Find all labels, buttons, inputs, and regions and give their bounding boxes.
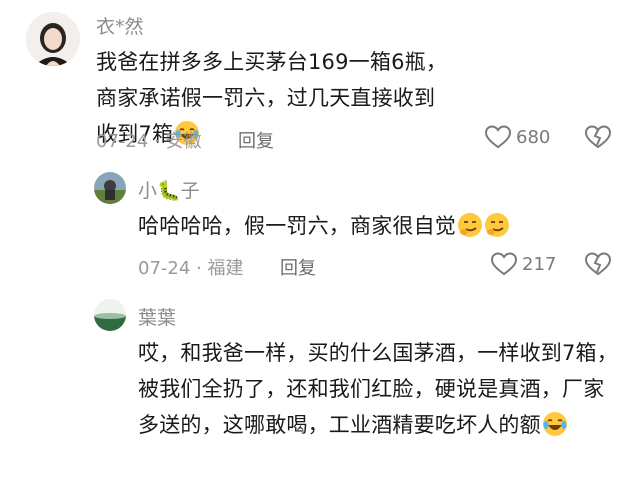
comment-thread: 衣*然 我爸在拼多多上买茅台169一箱6瓶，商家承诺假一罚六，过几天直接收到收到… (0, 0, 640, 491)
comment-location: 安徽 (165, 131, 202, 152)
like-count: 217 (522, 253, 557, 275)
username[interactable]: 小🐛子 (138, 176, 200, 203)
dislike-button[interactable] (584, 251, 612, 281)
smirking-emoji (484, 212, 510, 238)
heart-icon (490, 252, 518, 276)
like-count: 680 (516, 126, 551, 148)
broken-heart-icon (584, 252, 612, 276)
heart-icon (484, 125, 512, 149)
avatar[interactable] (26, 12, 80, 66)
avatar[interactable] (94, 172, 126, 204)
avatar[interactable] (94, 299, 126, 331)
like-button[interactable]: 680 (484, 124, 550, 150)
comment-meta: 07-24 · 福建 (138, 254, 244, 280)
reply-button[interactable]: 回复 (280, 254, 316, 280)
meta-separator: · (154, 131, 160, 152)
smirking-emoji (457, 212, 483, 238)
meta-separator: · (196, 258, 202, 279)
comment-text: 哈哈哈哈，假一罚六，商家很自觉 (138, 208, 578, 244)
broken-heart-icon (584, 125, 612, 149)
username[interactable]: 葉葉 (138, 303, 176, 330)
comment-date: 07-24 (138, 258, 191, 279)
comment-date: 07-24 (96, 131, 149, 152)
like-button[interactable]: 217 (490, 251, 556, 277)
comment-meta: 07-24 · 安徽 (96, 127, 202, 153)
username[interactable]: 衣*然 (96, 12, 144, 39)
laughing-crying-emoji (542, 411, 568, 437)
reply-button[interactable]: 回复 (238, 127, 274, 153)
comment-location: 福建 (207, 258, 244, 279)
dislike-button[interactable] (584, 124, 612, 154)
comment-text: 哎，和我爸一样，买的什么国茅酒，一样收到7箱，被我们全扔了，还和我们红脸，硬说是… (138, 341, 618, 437)
